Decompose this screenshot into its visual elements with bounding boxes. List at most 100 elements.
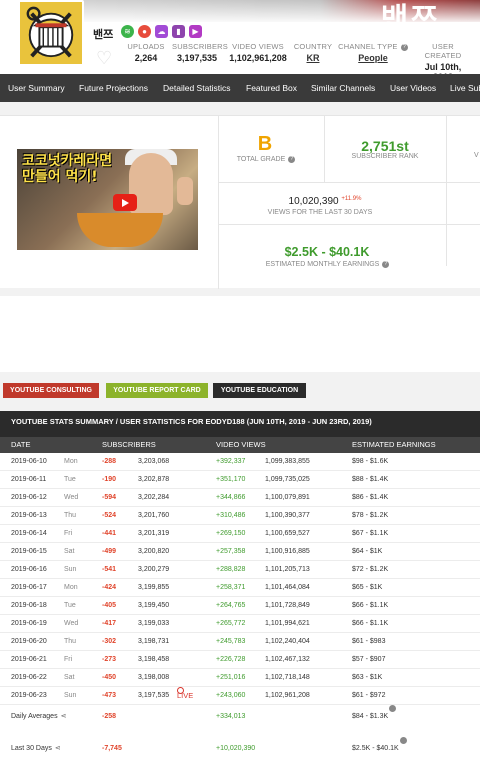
row-day: Sat [64, 548, 75, 555]
table-row: 2019-06-11 Tue -190 3,202,878 +351,170 1,099,… [0, 471, 480, 489]
col-subscribers: SUBSCRIBERS [102, 440, 156, 449]
row-views: 1,100,659,527 [265, 530, 310, 537]
tab-future-projections[interactable]: Future Projections [79, 74, 148, 102]
row-day: Thu [64, 638, 77, 645]
row-views: 1,100,079,891 [265, 494, 310, 501]
row-day: Mon [64, 458, 78, 465]
row-subscriber-change: -190 [102, 476, 117, 483]
row-day: Sun [64, 692, 77, 699]
youtube-consulting-button[interactable]: YOUTUBE CONSULTING [3, 383, 99, 398]
row-day: Tue [64, 602, 76, 609]
row-views: 1,099,735,025 [265, 476, 310, 483]
tab-user-summary[interactable]: User Summary [8, 74, 65, 102]
tab-user-videos[interactable]: User Videos [390, 74, 436, 102]
tab-featured-box[interactable]: Featured Box [246, 74, 297, 102]
row-earnings: $64 - $1K [352, 548, 383, 555]
row-view-change: +392,337 [216, 458, 246, 465]
stats-icon[interactable]: ▮ [172, 25, 185, 38]
table-row: 2019-06-14 Fri -441 3,201,319 +269,150 1,100,… [0, 525, 480, 543]
row-earnings: $98 - $1.6K [352, 458, 389, 465]
row-subscribers: 3,201,319 [138, 530, 170, 537]
row-view-change: +251,016 [216, 674, 246, 681]
table-row: 2019-06-18 Tue -405 3,199,450 +264,765 1,101,… [0, 597, 480, 615]
row-view-change: +351,170 [216, 476, 246, 483]
heart-icon[interactable]: ♡ [96, 48, 112, 69]
instagram-icon[interactable]: ● [138, 25, 151, 38]
row-date: 2019-06-20 [11, 638, 47, 645]
live-indicator[interactable]: LIVE [177, 687, 193, 705]
row-view-change: +264,765 [216, 602, 246, 609]
row-date: 2019-06-13 [11, 512, 47, 519]
video-thumbnail[interactable]: 코코넛카레라면 만들어 먹기! [17, 149, 198, 250]
channel-avatar[interactable] [18, 0, 84, 66]
row-views: 1,101,994,621 [265, 620, 310, 627]
stat-country[interactable]: COUNTRY KR [293, 42, 333, 63]
row-date: 2019-06-11 [11, 476, 47, 483]
table-row: 2019-06-13 Thu -524 3,201,760 +310,486 1,100,… [0, 507, 480, 525]
row-view-change: +265,772 [216, 620, 246, 627]
summary-views: +334,013 [216, 713, 246, 720]
share-icon[interactable]: ⋖ [61, 705, 67, 729]
row-views: 1,101,205,713 [265, 566, 310, 573]
youtube-report-card-button[interactable]: YOUTUBE REPORT CARD [106, 383, 208, 398]
row-views: 1,101,464,084 [265, 584, 310, 591]
stat-channel-type[interactable]: CHANNEL TYPE ? People [338, 42, 408, 63]
row-day: Sat [64, 674, 75, 681]
row-subscriber-change: -424 [102, 584, 117, 591]
summary-label: Last 30 Days ⋖ [11, 737, 61, 761]
row-earnings: $86 - $1.4K [352, 494, 389, 501]
stat-user-created: USER CREATED Jul 10th, 2013 [424, 42, 462, 74]
row-subscribers: 3,199,450 [138, 602, 170, 609]
estimated-monthly-earnings: $2.5K - $40.1K [284, 245, 370, 259]
row-view-change: +310,486 [216, 512, 246, 519]
row-day: Mon [64, 584, 78, 591]
tab-detailed-statistics[interactable]: Detailed Statistics [163, 74, 231, 102]
share-icon[interactable]: ⋖ [55, 737, 61, 761]
channel-header: 밴쯔 밴쯔 ♡ ≋ ● ☁ ▮ ▶ UPLOADS 2,264 SUBSCRIB… [0, 0, 480, 74]
live-icon [177, 687, 184, 694]
play-icon[interactable] [113, 194, 137, 211]
table-row: 2019-06-22 Sat -450 3,198,008 +251,016 1,102,… [0, 669, 480, 687]
col-estimated-earnings: ESTIMATED EARNINGS [352, 440, 436, 449]
row-subscriber-change: -405 [102, 602, 117, 609]
table-row: 2019-06-16 Sun -541 3,200,279 +288,828 1,101,… [0, 561, 480, 579]
pirate-logo-icon [26, 6, 74, 58]
row-earnings: $78 - $1.2K [352, 512, 389, 519]
help-icon[interactable]: ? [382, 261, 390, 268]
row-view-change: +226,728 [216, 656, 246, 663]
row-subscriber-change: -441 [102, 530, 117, 537]
row-date: 2019-06-22 [11, 674, 47, 681]
help-icon[interactable]: ? [389, 705, 397, 720]
row-earnings: $63 - $1K [352, 674, 383, 681]
table-row: 2019-06-21 Fri -273 3,198,458 +226,728 1,102,… [0, 651, 480, 669]
row-day: Wed [64, 494, 79, 501]
row-earnings: $66 - $1.1K [352, 602, 389, 609]
row-subscribers: 3,203,068 [138, 458, 170, 465]
tab-similar-channels[interactable]: Similar Channels [311, 74, 375, 102]
subscriber-rank: 2,751st [361, 138, 409, 154]
table-row: 2019-06-10 Mon -288 3,203,068 +392,337 1,099,… [0, 453, 480, 471]
row-subscribers: 3,199,855 [138, 584, 170, 591]
row-view-change: +269,150 [216, 530, 246, 537]
row-subscriber-change: -473 [102, 692, 117, 699]
youtube-education-button[interactable]: YOUTUBE EDUCATION [213, 383, 306, 398]
help-icon[interactable]: ? [399, 737, 407, 752]
estimated-monthly-earnings-label: ESTIMATED MONTHLY EARNINGS ? [265, 261, 390, 268]
row-subscriber-change: -288 [102, 458, 117, 465]
video-icon[interactable]: ▶ [189, 25, 202, 38]
ad-space [0, 296, 480, 372]
row-subscriber-change: -541 [102, 566, 117, 573]
spotify-icon[interactable]: ≋ [121, 25, 134, 38]
stats-table-header: DATE SUBSCRIBERS VIDEO VIEWS ESTIMATED E… [0, 437, 480, 453]
row-date: 2019-06-12 [11, 494, 47, 501]
tab-live-sub[interactable]: Live Sub [450, 74, 480, 102]
row-date: 2019-06-23 [11, 692, 47, 699]
row-earnings: $61 - $972 [352, 692, 386, 699]
cloud-icon[interactable]: ☁ [155, 25, 168, 38]
total-grade-label: TOTAL GRADE ? [236, 156, 296, 163]
help-icon[interactable]: ? [400, 44, 408, 51]
table-row: 2019-06-17 Mon -424 3,199,855 +258,371 1,101,… [0, 579, 480, 597]
stats-table-title: YOUTUBE STATS SUMMARY / USER STATISTICS … [0, 411, 480, 437]
views-last-30-days: 10,020,390 +11.9% [288, 196, 362, 207]
help-icon[interactable]: ? [288, 156, 296, 163]
